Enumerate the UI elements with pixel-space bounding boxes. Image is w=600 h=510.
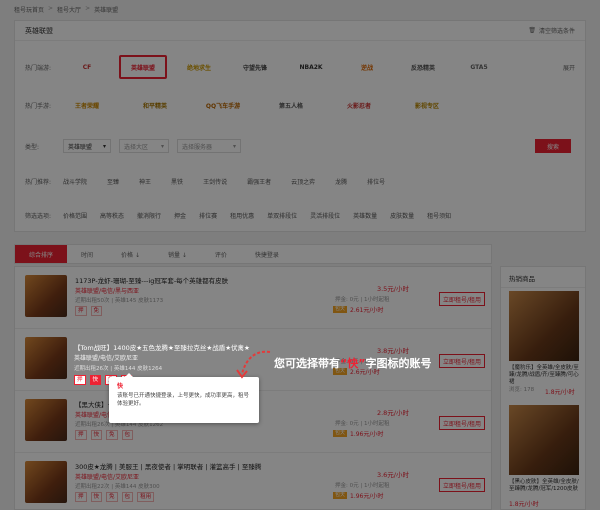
tooltip-title: 快 xyxy=(117,383,124,390)
tooltip-body: 该账号已开通快捷登录，上号更快，成功率更高，租号体验更好。 xyxy=(117,393,250,407)
tooltip-arrow xyxy=(125,373,133,377)
callout-text-after: 字图标的账号 xyxy=(365,357,432,370)
highlighted-account-title[interactable]: 【Tom战旺】1400皮★五色龙腾★至臻拉克丝★战盾★伏禽★ xyxy=(74,342,250,352)
badge: 押 xyxy=(74,375,86,385)
quick-login-badge[interactable]: 快 xyxy=(89,375,102,385)
guide-callout: 您可选择带有“快”字图标的账号 xyxy=(274,355,431,371)
quick-login-tooltip: 快 该账号已开通快捷登录，上号更快，成功率更高，租号体验更好。 xyxy=(109,373,259,423)
page: 租号玩首页 > 租号大厅 > 英雄联盟 英雄联盟 🗑 清空筛选条件 热门端游: … xyxy=(0,0,600,510)
guide-overlay xyxy=(0,0,600,510)
curved-arrow-icon xyxy=(236,350,271,379)
callout-quote: “快” xyxy=(340,357,366,370)
highlighted-account-server: 英雄联盟/电信/艾欧尼亚 xyxy=(74,355,139,362)
highlighted-account-meta: 近期出租26次 | 英雄144 皮肤1264 xyxy=(74,366,163,372)
callout-text-before: 您可选择带有 xyxy=(274,357,340,370)
